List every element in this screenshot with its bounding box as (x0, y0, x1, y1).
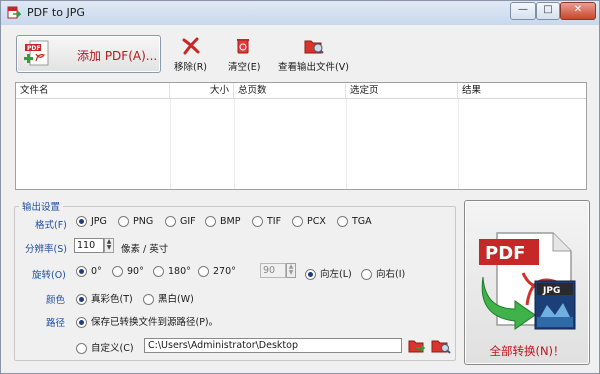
radio-icon (252, 216, 263, 227)
browse-folder-icon[interactable] (408, 338, 426, 354)
radio-icon (292, 216, 303, 227)
resolution-stepper[interactable]: ▲ ▼ (104, 238, 114, 253)
resolution-unit: 像素 / 英寸 (121, 244, 169, 255)
path-option-custom[interactable]: 自定义(C) (76, 340, 134, 354)
path-label: 路径 (46, 318, 66, 329)
color-option-bw[interactable]: 黑白(W) (143, 291, 194, 305)
radio-icon (112, 266, 123, 277)
radio-selected-icon (76, 317, 87, 328)
maximize-button[interactable]: □ (536, 2, 560, 20)
add-pdf-label: 添加 PDF(A)... (77, 49, 158, 63)
rotation-direction-left[interactable]: 向左(L) (305, 266, 352, 280)
minimize-icon: — (518, 4, 528, 15)
radio-icon (198, 266, 209, 277)
minimize-button[interactable]: — (510, 2, 536, 20)
column-divider (234, 99, 235, 189)
column-divider (458, 99, 459, 189)
column-header-size[interactable]: 大小 (170, 83, 234, 99)
format-option-jpg[interactable]: JPG (76, 216, 107, 227)
custom-path-input[interactable]: C:\Users\Administrator\Desktop (144, 338, 402, 353)
title-bar: PDF to JPG — □ ✕ (1, 1, 599, 25)
svg-text:PDF: PDF (27, 45, 40, 52)
radio-icon (337, 216, 348, 227)
jpg-badge-text: JPG (542, 286, 560, 296)
rotation-option-90[interactable]: 90° (112, 266, 144, 277)
app-icon (7, 6, 21, 19)
rotation-option-0[interactable]: 0° (76, 266, 102, 277)
maximize-icon: □ (543, 4, 553, 15)
close-button[interactable]: ✕ (560, 2, 596, 20)
rotation-custom-input[interactable]: 90 (260, 263, 286, 278)
pdf-badge-text: PDF (485, 243, 525, 264)
add-pdf-button[interactable]: PDF 添加 PDF(A)... (16, 35, 161, 73)
format-option-bmp[interactable]: BMP (205, 216, 240, 227)
path-option-source[interactable]: 保存已转换文件到源路径(P)。 (76, 314, 218, 328)
rotation-custom-stepper[interactable]: ▲ ▼ (286, 263, 296, 278)
format-option-tif[interactable]: TIF (252, 216, 281, 227)
column-divider (346, 99, 347, 189)
column-divider (170, 99, 171, 189)
format-label: 格式(F) (35, 220, 67, 231)
radio-icon (143, 294, 154, 305)
column-header-selected-pages[interactable]: 选定页 (346, 83, 458, 99)
recycle-bin-icon (237, 39, 249, 54)
pdf-to-jpg-icon: PDF JPG (479, 232, 576, 330)
radio-icon (153, 266, 164, 277)
output-settings-legend: 输出设置 (22, 202, 61, 213)
radio-selected-icon (76, 216, 87, 227)
format-option-png[interactable]: PNG (118, 216, 153, 227)
radio-selected-icon (76, 294, 87, 305)
window-title: PDF to JPG (27, 6, 85, 19)
radio-icon (118, 216, 129, 227)
close-icon: ✕ (573, 4, 583, 15)
clear-label: 清空(E) (228, 62, 261, 73)
rotation-label: 旋转(O) (32, 270, 66, 281)
color-option-truecolor[interactable]: 真彩色(T) (76, 291, 133, 305)
rotation-direction-right[interactable]: 向右(I) (361, 266, 405, 280)
radio-icon (205, 216, 216, 227)
radio-icon (165, 216, 176, 227)
format-option-tga[interactable]: TGA (337, 216, 372, 227)
format-option-gif[interactable]: GIF (165, 216, 196, 227)
view-output-label: 查看输出文件(V) (278, 62, 349, 73)
rotation-option-180[interactable]: 180° (153, 266, 191, 277)
file-list-table[interactable]: 文件名 大小 总页数 选定页 结果 (15, 82, 587, 190)
radio-icon (76, 343, 87, 354)
radio-selected-icon (305, 269, 316, 280)
add-pdf-icon: PDF (24, 40, 49, 66)
column-header-result[interactable]: 结果 (458, 83, 586, 99)
rotation-option-270[interactable]: 270° (198, 266, 236, 277)
column-header-total-pages[interactable]: 总页数 (234, 83, 346, 99)
convert-all-button[interactable]: PDF JPG 全部转换(N)！ (464, 200, 590, 365)
open-folder-icon[interactable] (431, 337, 451, 355)
format-option-pcx[interactable]: PCX (292, 216, 326, 227)
column-header-filename[interactable]: 文件名 (16, 83, 170, 99)
resolution-label: 分辨率(S) (25, 244, 67, 255)
radio-icon (361, 269, 372, 280)
folder-search-icon (304, 40, 324, 54)
app-window: PDF to JPG — □ ✕ PDF 添加 PDF(A)... 移除(R) (0, 0, 600, 374)
color-label: 颜色 (46, 295, 66, 306)
remove-label: 移除(R) (174, 62, 208, 73)
convert-all-label: 全部转换(N)！ (489, 344, 565, 358)
remove-icon (182, 37, 200, 55)
radio-selected-icon (76, 266, 87, 277)
resolution-input[interactable]: 110 (74, 238, 104, 253)
